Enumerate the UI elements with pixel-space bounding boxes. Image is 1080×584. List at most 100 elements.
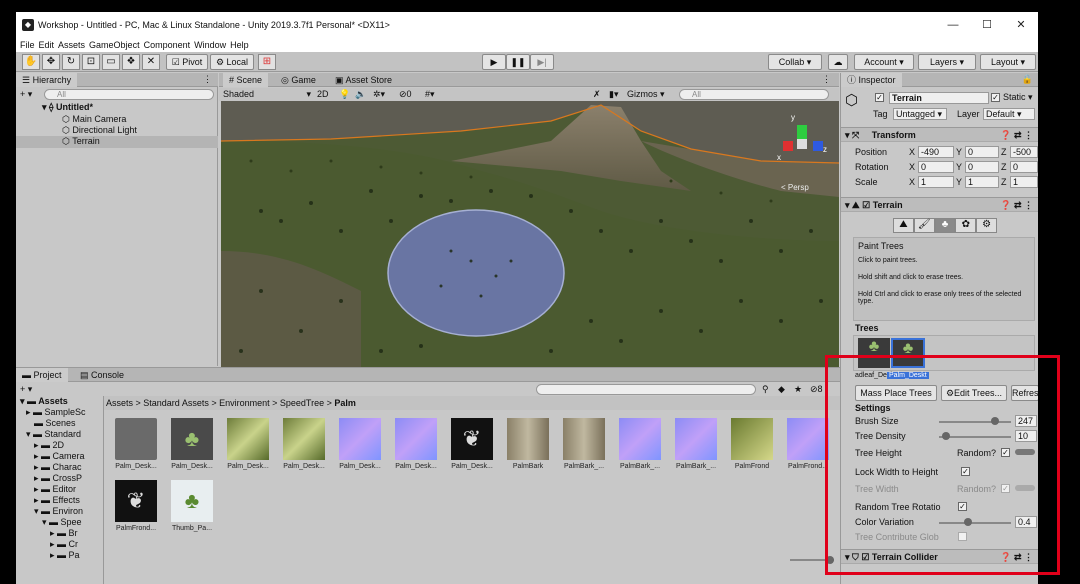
folder-tree-item[interactable]: ▾ ▬ Assets [20, 396, 68, 407]
folder-tree-item[interactable]: ▸ ▬ Br [50, 528, 78, 539]
pause-button[interactable]: ❚❚ [506, 54, 530, 70]
tab-project[interactable]: ▬ Project [16, 368, 68, 382]
collider-enabled-checkbox[interactable]: ☑ [861, 552, 869, 562]
breadcrumb-item[interactable]: Environment [219, 398, 270, 408]
filter-label-icon[interactable]: ◆ [778, 384, 785, 395]
audio-toggle-icon[interactable]: 🔈 [355, 89, 366, 100]
step-button[interactable]: ▶| [530, 54, 554, 70]
project-create-dropdown[interactable]: + ▾ [20, 384, 32, 395]
folder-tree-item[interactable]: ▸ ▬ Effects [34, 495, 80, 506]
asset-item[interactable]: Palm_Desk... [336, 418, 384, 470]
breadcrumb-item[interactable]: Standard Assets [143, 398, 209, 408]
local-toggle[interactable]: ⚙ Local [210, 54, 254, 70]
tree-width-range-slider[interactable] [1015, 485, 1035, 491]
hierarchy-item-directional-light[interactable]: ⬡ Directional Light [62, 125, 137, 136]
menu-help[interactable]: Help [230, 40, 249, 50]
refresh-button[interactable]: Refres [1011, 385, 1038, 401]
filter-type-icon[interactable]: ⚲ [762, 384, 769, 395]
hand-tool-icon[interactable]: ✋ [22, 54, 40, 70]
cloud-icon[interactable]: ☁ [828, 54, 848, 70]
grid-toggle-icon[interactable]: #▾ [425, 89, 435, 100]
tree-height-range-slider[interactable] [1015, 449, 1035, 455]
rect-tool-icon[interactable]: ▭ [102, 54, 120, 70]
tab-scene[interactable]: # Scene [223, 73, 269, 87]
folder-tree-item[interactable]: ▾ ▬ Environ [34, 506, 83, 517]
minimize-button[interactable]: — [936, 16, 970, 34]
object-name-field[interactable]: Terrain [889, 92, 989, 104]
paint-details-icon[interactable]: ✿ [955, 218, 977, 233]
project-search-input[interactable] [536, 384, 756, 395]
folder-tree-item[interactable]: ▸ ▬ Pa [50, 550, 80, 561]
account-dropdown[interactable]: Account ▾ [854, 54, 914, 70]
random-rotation-checkbox[interactable]: ✓ [958, 502, 967, 511]
color-variation-knob[interactable] [963, 518, 972, 526]
shading-dropdown[interactable]: Shaded ▾ [223, 89, 311, 100]
position-z-field[interactable]: -500 [1010, 146, 1038, 158]
menu-assets[interactable]: Assets [58, 40, 85, 50]
transform-header[interactable]: ▾ ⤧ Transform ❓ ⇄ ⋮ [841, 127, 1038, 142]
tree-height-random-checkbox[interactable]: ✓ [1001, 448, 1010, 457]
rotate-tool-icon[interactable]: ↻ [62, 54, 80, 70]
rotation-x-field[interactable]: 0 [918, 161, 954, 173]
favorite-icon[interactable]: ★ [794, 384, 802, 395]
folder-tree-item[interactable]: ▸ ▬ 2D [34, 440, 64, 451]
tag-dropdown[interactable]: Untagged ▾ [893, 108, 947, 120]
active-checkbox[interactable]: ✓ [875, 93, 884, 102]
orientation-gizmo[interactable]: y x z [777, 113, 827, 173]
scale-x-field[interactable]: 1 [918, 176, 954, 188]
scale-y-field[interactable]: 1 [965, 176, 999, 188]
create-dropdown[interactable]: + ▾ [20, 89, 32, 100]
asset-item[interactable]: ❦ Palm_Desk... [448, 418, 496, 470]
panel-menu-icon[interactable]: ⋮ [203, 74, 212, 85]
scale-tool-icon[interactable]: ⊡ [82, 54, 100, 70]
transform-tool-icon[interactable]: ❖ [122, 54, 140, 70]
lighting-toggle-icon[interactable]: 💡 [339, 89, 350, 100]
move-tool-icon[interactable]: ✥ [42, 54, 60, 70]
tab-inspector[interactable]: ⓘ Inspector [841, 73, 902, 87]
terrain-collider-header[interactable]: ▾ ⛉ ☑ Terrain Collider ❓ ⇄ ⋮ [841, 549, 1038, 564]
2d-toggle[interactable]: 2D [317, 89, 329, 100]
tree-density-knob[interactable] [942, 432, 951, 440]
asset-item[interactable]: ❦ PalmFrond... [112, 480, 160, 532]
asset-item[interactable]: Palm_Desk... [112, 418, 160, 470]
tab-console[interactable]: ▤ Console [74, 368, 130, 382]
custom-tool-icon[interactable]: ✕ [142, 54, 160, 70]
maximize-button[interactable]: ☐ [970, 16, 1004, 34]
asset-item[interactable]: ♣ Palm_Desk... [168, 418, 216, 470]
folder-tree-item[interactable]: ▸ ▬ Cr [50, 539, 78, 550]
rotation-y-field[interactable]: 0 [965, 161, 999, 173]
brush-size-knob[interactable] [991, 417, 1000, 425]
position-y-field[interactable]: 0 [965, 146, 999, 158]
lock-icon[interactable]: 🔒 [1022, 74, 1033, 85]
menu-file[interactable]: File [20, 40, 35, 50]
hierarchy-search-input[interactable]: All [44, 89, 214, 100]
edit-trees-button[interactable]: ⚙Edit Trees... [941, 385, 1007, 401]
tab-hierarchy[interactable]: ☰ Hierarchy [16, 73, 78, 87]
gizmos-dropdown[interactable]: Gizmos ▾ [627, 89, 665, 100]
brush-size-field[interactable]: 247 [1015, 415, 1037, 427]
scene-root[interactable]: ▾ ⟠ Untitled* [42, 102, 93, 113]
asset-item[interactable]: Palm_Desk... [392, 418, 440, 470]
collab-button[interactable]: Collab ▾ [768, 54, 822, 70]
menu-edit[interactable]: Edit [39, 40, 55, 50]
menu-window[interactable]: Window [194, 40, 226, 50]
tree-width-random-checkbox[interactable]: ✓ [1001, 484, 1010, 493]
component-menu-icon[interactable]: ❓ ⇄ ⋮ [1000, 198, 1033, 212]
asset-item[interactable]: Palm_Desk... [280, 418, 328, 470]
asset-item[interactable]: PalmFrond [728, 418, 776, 470]
folder-tree-item[interactable]: ▸ ▬ Charac [34, 462, 82, 473]
folder-tree-item[interactable]: ▾ ▬ Spee [42, 517, 82, 528]
play-button[interactable]: ▶ [482, 54, 506, 70]
static-checkbox[interactable]: ✓ [991, 93, 1000, 102]
asset-item[interactable]: PalmBark_... [616, 418, 664, 470]
grid-snap-icon[interactable]: ⊞ [258, 54, 276, 70]
close-button[interactable]: ✕ [1004, 16, 1038, 34]
asset-item[interactable]: PalmFrond... [784, 418, 832, 470]
layers-dropdown[interactable]: Layers ▾ [918, 54, 976, 70]
color-variation-field[interactable]: 0.4 [1015, 516, 1037, 528]
asset-item[interactable]: PalmBark [504, 418, 552, 470]
folder-tree-item[interactable]: ▸ ▬ Editor [34, 484, 76, 495]
component-menu-icon[interactable]: ❓ ⇄ ⋮ [1000, 128, 1033, 142]
component-menu-icon[interactable]: ❓ ⇄ ⋮ [1000, 550, 1033, 564]
breadcrumb-item[interactable]: Assets [106, 398, 133, 408]
